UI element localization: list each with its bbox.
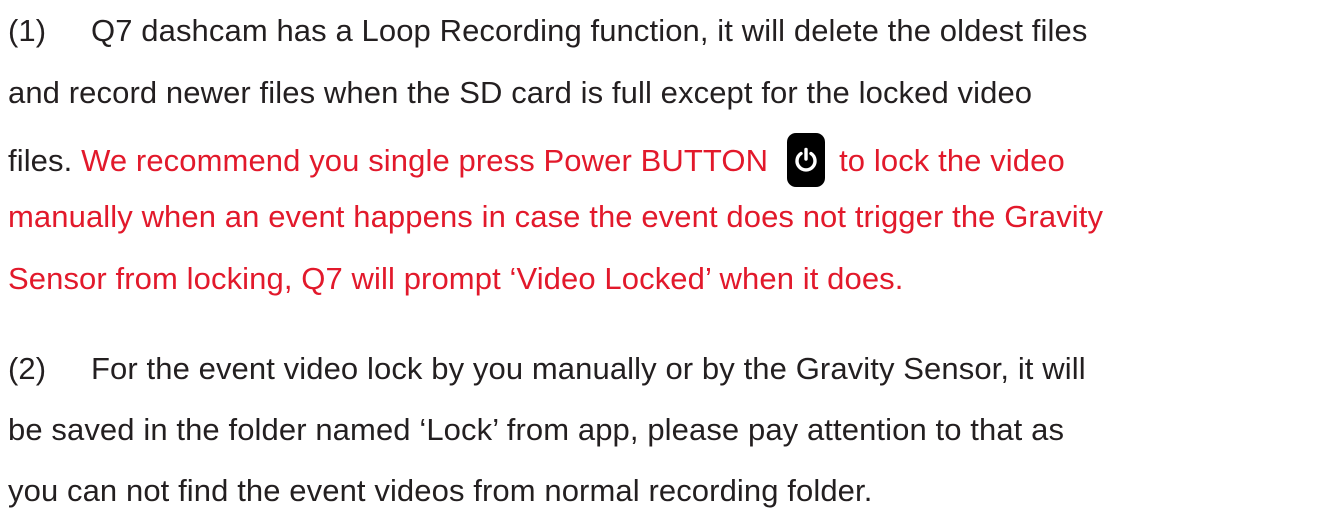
paragraph-1-line-5: Sensor from locking, Q7 will prompt ‘Vid… (8, 260, 904, 298)
paragraph-2-line-3-text: you can not find the event videos from n… (8, 473, 873, 508)
paragraph-1-line-3: files. We recommend you single press Pow… (8, 133, 1065, 190)
paragraph-1-line-4-text: manually when an event happens in case t… (8, 199, 1104, 234)
paragraph-1-line-3-red-after: to lock the video (839, 143, 1065, 179)
paragraph-2-number: (2) (8, 351, 47, 386)
paragraph-1-number: (1) (8, 13, 47, 48)
paragraph-1-line-2-text: and record newer files when the SD card … (8, 75, 1033, 110)
power-icon (787, 133, 826, 187)
paragraph-1-line-2: and record newer files when the SD card … (8, 74, 1032, 112)
paragraph-2-line-2: be saved in the folder named ‘Lock’ from… (8, 411, 1064, 449)
paragraph-2-line-2-text: be saved in the folder named ‘Lock’ from… (8, 412, 1065, 447)
paragraph-1-line-4: manually when an event happens in case t… (8, 198, 1103, 236)
paragraph-1-line-3-red-before: We recommend you single press Power BUTT… (81, 143, 769, 179)
paragraph-1-line-3-black: files. (8, 143, 82, 179)
paragraph-1-line-5-text: Sensor from locking, Q7 will prompt ‘Vid… (8, 261, 904, 296)
paragraph-2-line-1: (2) For the event video lock by you manua… (8, 350, 1086, 388)
paragraph-2-line-1-text: For the event video lock by you manually… (91, 351, 1086, 386)
paragraph-2-line-3: you can not find the event videos from n… (8, 472, 872, 510)
paragraph-1-line-1: (1) Q7 dashcam has a Loop Recording funct… (8, 12, 1087, 50)
paragraph-1-line-1-text: Q7 dashcam has a Loop Recording function… (91, 13, 1088, 48)
